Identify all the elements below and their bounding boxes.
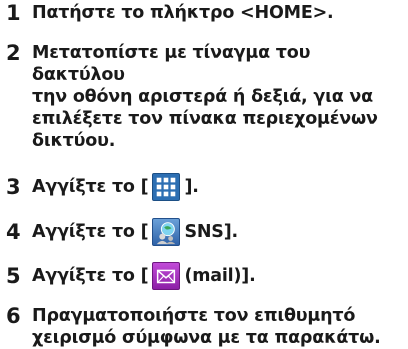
step-text: Πατήστε το πλήκτρο <HOME>. (32, 3, 334, 23)
mail-icon (152, 262, 181, 290)
step-text-after: SNS]. (184, 222, 238, 242)
step-number: 2 (6, 41, 21, 65)
step-number: 1 (6, 1, 21, 25)
step-4: 4 Αγγίξτε το [ SNS]. (6, 216, 406, 248)
sns-icon (152, 218, 181, 246)
step-5: 5 Αγγίξτε το [ (mail)]. (6, 260, 406, 292)
step-text: Μετατοπίστε με τίναγμα του δακτύλου την … (32, 43, 378, 151)
step-6: 6 Πραγματοποιήστε τον επιθυμητό χειρισμό… (6, 305, 406, 349)
step-text-after: (mail)]. (184, 266, 256, 286)
step-number: 4 (6, 220, 21, 244)
step-number: 3 (6, 175, 21, 199)
step-number: 6 (6, 304, 21, 328)
step-text-after: ]. (184, 177, 199, 197)
step-text-before: Αγγίξτε το [ (32, 177, 149, 197)
instruction-steps: 1 Πατήστε το πλήκτρο <HOME>. 2 Μετατοπίσ… (6, 2, 406, 349)
step-text-before: Αγγίξτε το [ (32, 266, 149, 286)
step-2: 2 Μετατοπίστε με τίναγμα του δακτύλου τη… (6, 42, 406, 152)
step-text-before: Αγγίξτε το [ (32, 222, 149, 242)
step-text: Πραγματοποιήστε τον επιθυμητό χειρισμό σ… (32, 306, 381, 348)
grid-menu-icon (152, 173, 181, 201)
step-3: 3 Αγγίξτε το [ ]. (6, 171, 406, 203)
step-number: 5 (6, 264, 21, 288)
step-1: 1 Πατήστε το πλήκτρο <HOME>. (6, 2, 406, 24)
